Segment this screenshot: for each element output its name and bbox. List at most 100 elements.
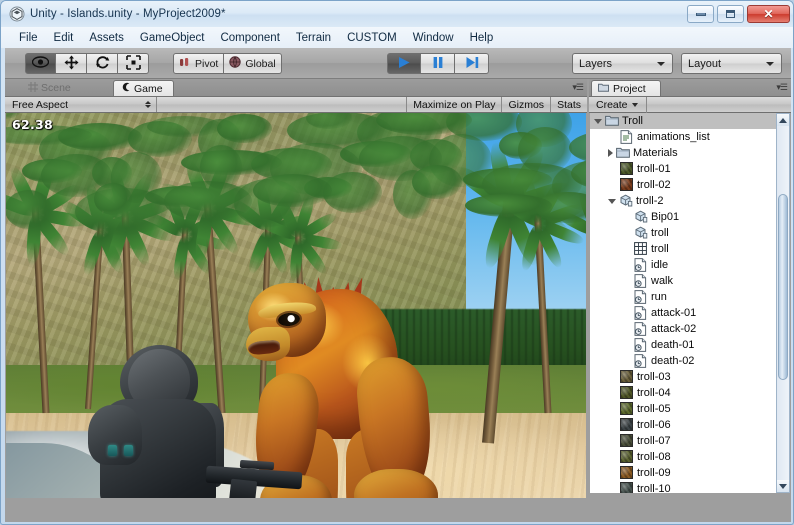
- game-view-right-buttons: Maximize on Play Gizmos Stats: [406, 97, 587, 112]
- disclosure-open-icon[interactable]: [594, 118, 602, 124]
- animation-clip-icon: [634, 354, 648, 368]
- tree-row[interactable]: troll-06: [590, 417, 777, 433]
- create-button-label: Create: [596, 98, 628, 111]
- play-button[interactable]: [387, 53, 421, 74]
- global-button[interactable]: Global: [224, 53, 282, 74]
- folder-icon: [598, 82, 609, 95]
- menu-item-terrain[interactable]: Terrain: [288, 30, 339, 46]
- project-asset-tree[interactable]: Troll animations_list Materials troll-01 tro…: [590, 113, 777, 493]
- pivot-button[interactable]: Pivot: [173, 53, 225, 74]
- tree-row[interactable]: run: [590, 289, 777, 305]
- game-panel-menu-icon[interactable]: ▾☰: [572, 82, 584, 93]
- menu-item-custom[interactable]: CUSTOM: [339, 30, 405, 46]
- tree-row[interactable]: death-01: [590, 337, 777, 353]
- chevron-up-icon: [779, 117, 787, 123]
- tree-row[interactable]: attack-01: [590, 305, 777, 321]
- maximize-button[interactable]: [717, 5, 744, 23]
- tree-row-label: death-01: [651, 339, 695, 351]
- editor-body: Pivot Global Layers Layout Scene Game ▾☰…: [5, 48, 791, 522]
- project-panel-menu-icon[interactable]: ▾☰: [776, 82, 788, 93]
- stats-button[interactable]: Stats: [550, 97, 587, 112]
- tree-row-label: Materials: [633, 147, 678, 159]
- tree-row[interactable]: troll-2: [590, 193, 777, 209]
- tree-row[interactable]: troll-10: [590, 481, 777, 493]
- hand-tool-button[interactable]: [25, 53, 56, 74]
- menu-item-edit[interactable]: Edit: [46, 30, 82, 46]
- disclosure-closed-icon[interactable]: [608, 149, 613, 157]
- project-tree-scrollbar[interactable]: [776, 113, 790, 493]
- disclosure-open-icon[interactable]: [608, 198, 616, 204]
- layers-dropdown[interactable]: Layers: [572, 53, 673, 74]
- pivot-icon: [179, 57, 191, 71]
- tree-row[interactable]: troll-03: [590, 369, 777, 385]
- aspect-ratio-label: Free Aspect: [12, 98, 69, 111]
- texture-icon: [620, 402, 634, 416]
- tree-row[interactable]: troll: [590, 225, 777, 241]
- close-button[interactable]: ✕: [747, 5, 790, 23]
- tab-game[interactable]: Game: [113, 80, 174, 96]
- maximize-icon: [726, 10, 735, 18]
- tree-row[interactable]: troll-02: [590, 177, 777, 193]
- menu-bar: File Edit Assets GameObject Component Terrain…: [1, 27, 793, 48]
- tree-row[interactable]: idle: [590, 257, 777, 273]
- maximize-on-play-button[interactable]: Maximize on Play: [406, 97, 501, 112]
- tab-project[interactable]: Project: [591, 80, 661, 96]
- eye-icon: [31, 56, 50, 71]
- soldier-teal-light-chest-2: [124, 445, 133, 456]
- rotate-tool-button[interactable]: [87, 53, 118, 74]
- tree-row[interactable]: animations_list: [590, 129, 777, 145]
- scroll-down-button[interactable]: [777, 480, 789, 492]
- pivot-global-group: Pivot Global: [173, 53, 282, 74]
- window-title: Unity - Islands.unity - MyProject2009*: [30, 8, 226, 20]
- tree-row[interactable]: Bip01: [590, 209, 777, 225]
- tree-row[interactable]: troll-01: [590, 161, 777, 177]
- move-arrows-icon: [64, 55, 79, 73]
- tree-row-label: troll-05: [637, 403, 671, 415]
- chevron-down-icon: [766, 61, 774, 66]
- tree-row[interactable]: troll-05: [590, 401, 777, 417]
- game-viewport[interactable]: 62.38: [6, 113, 586, 498]
- minimize-button[interactable]: [687, 5, 714, 23]
- scale-tool-button[interactable]: [118, 53, 149, 74]
- tree-row-label: walk: [651, 275, 674, 287]
- tree-row[interactable]: troll-09: [590, 465, 777, 481]
- layout-label: Layout: [688, 57, 722, 70]
- tree-row[interactable]: walk: [590, 273, 777, 289]
- tree-row[interactable]: troll-07: [590, 433, 777, 449]
- tree-row[interactable]: troll-08: [590, 449, 777, 465]
- gamepad-icon: [121, 82, 131, 95]
- window-controls: ✕: [687, 5, 790, 23]
- move-tool-button[interactable]: [56, 53, 87, 74]
- tree-row-label: troll-04: [637, 387, 671, 399]
- menu-item-file[interactable]: File: [11, 30, 46, 46]
- menu-item-window[interactable]: Window: [405, 30, 462, 46]
- menu-item-assets[interactable]: Assets: [81, 30, 132, 46]
- step-button[interactable]: [455, 53, 489, 74]
- step-forward-icon: [465, 56, 479, 72]
- animation-clip-icon: [634, 322, 648, 336]
- animation-clip-icon: [634, 290, 648, 304]
- create-button[interactable]: Create: [589, 96, 647, 113]
- tree-row-label: troll: [651, 227, 669, 239]
- menu-item-help[interactable]: Help: [462, 30, 502, 46]
- gizmos-button[interactable]: Gizmos: [501, 97, 550, 112]
- tree-row[interactable]: attack-02: [590, 321, 777, 337]
- model-icon: [634, 226, 648, 240]
- layout-dropdown[interactable]: Layout: [681, 53, 782, 74]
- tree-row[interactable]: troll-04: [590, 385, 777, 401]
- tree-row-label: attack-01: [651, 307, 697, 319]
- tab-scene[interactable]: Scene: [21, 80, 81, 96]
- tree-row[interactable]: Troll: [590, 113, 777, 129]
- menu-item-gameobject[interactable]: GameObject: [132, 30, 213, 46]
- tree-row[interactable]: troll: [590, 241, 777, 257]
- pause-button[interactable]: [421, 53, 455, 74]
- scrollbar-thumb[interactable]: [778, 194, 788, 380]
- tree-row-label: troll-01: [637, 163, 671, 175]
- main-toolbar: Pivot Global Layers Layout: [5, 48, 791, 79]
- title-bar: Unity - Islands.unity - MyProject2009* ✕: [1, 1, 793, 27]
- scroll-up-button[interactable]: [777, 114, 789, 126]
- aspect-ratio-dropdown[interactable]: Free Aspect: [5, 97, 157, 112]
- menu-item-component[interactable]: Component: [212, 30, 287, 46]
- tree-row[interactable]: Materials: [590, 145, 777, 161]
- tree-row[interactable]: death-02: [590, 353, 777, 369]
